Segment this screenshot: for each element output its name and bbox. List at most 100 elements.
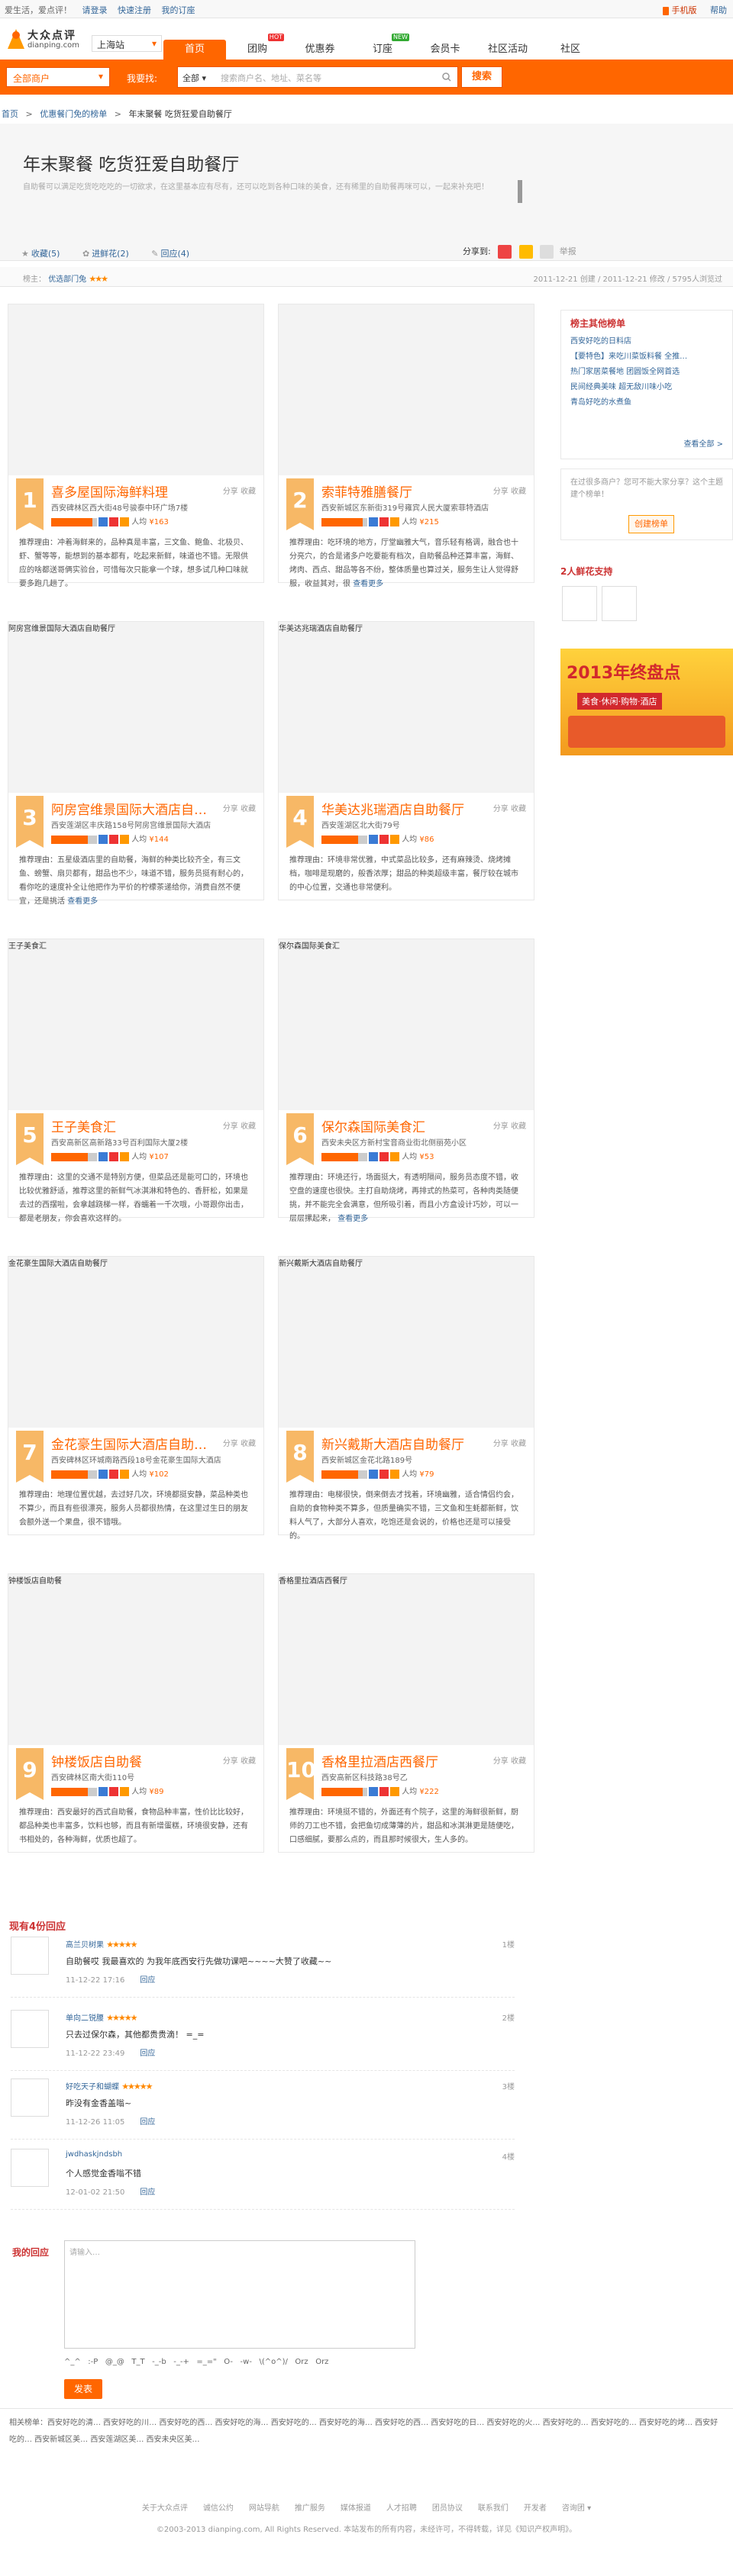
avatar[interactable] — [11, 2149, 49, 2187]
nav-events[interactable]: 社区活动 — [476, 40, 539, 60]
other-list-item[interactable]: 热门家居菜餐地 团圆饭全网首选 — [570, 365, 723, 380]
save-link[interactable]: 收藏 — [241, 1757, 256, 1766]
shop-name-link[interactable]: 索菲特雅膳餐厅 — [321, 481, 482, 501]
share-link[interactable]: 分享 — [493, 805, 509, 813]
share-link[interactable]: 分享 — [493, 488, 509, 496]
other-list-item[interactable]: 西安好吃的日料店 — [570, 334, 723, 349]
description-scrollbar[interactable] — [518, 180, 522, 203]
nav-tuangou[interactable]: 团购 HOT — [226, 34, 289, 60]
footer-link[interactable]: 团员协议 — [432, 2504, 463, 2513]
shop-image[interactable] — [279, 304, 534, 475]
save-link[interactable]: 收藏 — [511, 1122, 526, 1131]
view-more-link[interactable]: 查看更多 — [67, 897, 98, 906]
comment-user[interactable]: jwdhaskjndsbh — [66, 2150, 122, 2159]
share-link[interactable]: 分享 — [223, 1757, 238, 1766]
save-link[interactable]: 收藏 — [241, 1440, 256, 1448]
emoticon-bar[interactable]: ^_^ :-P @_@ T_T -_-b -_-+ =_=" O- -w- \(… — [64, 2358, 328, 2366]
search-input[interactable]: 全部 ▾ 搜索商户名、地址、菜名等 — [177, 66, 458, 88]
report-link[interactable]: 举报 — [560, 246, 576, 256]
login-link[interactable]: 请登录 — [82, 5, 108, 15]
other-list-item[interactable]: 青岛好吃的水煮鱼 — [570, 395, 723, 411]
shop-name-link[interactable]: 新兴戴斯大酒店自助餐厅 — [321, 1434, 482, 1453]
share-link[interactable]: 分享 — [493, 1122, 509, 1131]
avatar[interactable] — [11, 2079, 49, 2117]
footer-link[interactable]: 咨询团 ▾ — [562, 2504, 591, 2513]
shop-image[interactable]: 新兴戴斯大酒店自助餐厅 — [279, 1257, 534, 1428]
city-selector[interactable]: 上海站 ▾ — [92, 35, 162, 52]
my-orders-link[interactable]: 我的订座 — [162, 5, 195, 15]
reply-textarea[interactable]: 请输入… — [64, 2240, 415, 2349]
reply-link[interactable]: 回应 — [140, 1976, 155, 1985]
nav-home[interactable]: 首页 — [163, 40, 226, 60]
reply-link[interactable]: 回应 — [140, 2188, 155, 2197]
view-more-link[interactable]: 查看更多 — [353, 580, 383, 588]
share-link[interactable]: 分享 — [223, 488, 238, 496]
related-lists[interactable]: 相关榜单：西安好吃的清… 西安好吃的川… 西安好吃的西… 西安好吃的海… 西安好… — [0, 2408, 733, 2455]
create-list-button[interactable]: 创建榜单 — [628, 515, 674, 533]
shop-name-link[interactable]: 金花豪生国际大酒店自助餐厅 — [51, 1434, 212, 1453]
register-link[interactable]: 快速注册 — [118, 5, 151, 15]
nav-membercard[interactable]: 会员卡 — [414, 40, 476, 60]
footer-link[interactable]: 联系我们 — [478, 2504, 509, 2513]
footer-link[interactable]: 关于大众点评 — [142, 2504, 188, 2513]
save-link[interactable]: 收藏 — [511, 1440, 526, 1448]
reply-button[interactable]: ✎ 回应(4) — [151, 249, 189, 259]
other-list-item[interactable]: 民间经典美味 超无敌川味小吃 — [570, 380, 723, 395]
shop-image[interactable]: 阿房宫维景国际大酒店自助餐厅 — [8, 622, 263, 793]
recommend-button[interactable]: ✿ 进鲜花(2) — [82, 249, 129, 259]
breadcrumb-section[interactable]: 优惠餐门免的榜单 — [40, 109, 107, 119]
reply-link[interactable]: 回应 — [140, 2050, 155, 2058]
comment-user[interactable]: 好吃天子和蝴蝶 — [66, 2083, 119, 2091]
save-link[interactable]: 收藏 — [241, 488, 256, 496]
nav-booking[interactable]: 订座 NEW — [351, 34, 414, 60]
footer-link[interactable]: 诚信公约 — [203, 2504, 234, 2513]
avatar[interactable] — [602, 586, 637, 621]
breadcrumb-home[interactable]: 首页 — [2, 109, 18, 119]
footer-link[interactable]: 人才招聘 — [386, 2504, 417, 2513]
shop-name-link[interactable]: 香格里拉酒店西餐厅 — [321, 1751, 482, 1770]
avatar[interactable] — [562, 586, 597, 621]
save-link[interactable]: 收藏 — [511, 488, 526, 496]
shop-image[interactable]: 华美达兆瑞酒店自助餐厅 — [279, 622, 534, 793]
footer-link[interactable]: 网站导航 — [249, 2504, 279, 2513]
nav-coupon[interactable]: 优惠券 — [289, 40, 351, 60]
search-scope[interactable]: 全部 ▾ — [182, 72, 206, 84]
footer-link[interactable]: 媒体报道 — [341, 2504, 371, 2513]
shop-name-link[interactable]: 华美达兆瑞酒店自助餐厅 — [321, 799, 482, 818]
shop-image[interactable]: 王子美食汇 — [8, 939, 263, 1110]
shop-image[interactable]: 钟楼饭店自助餐 — [8, 1574, 263, 1745]
all-shops-dropdown[interactable]: 全部商户 ▾ — [6, 67, 110, 87]
avatar[interactable] — [11, 1937, 49, 1975]
share-link[interactable]: 分享 — [223, 1440, 238, 1448]
shop-image[interactable]: 金花豪生国际大酒店自助餐厅 — [8, 1257, 263, 1428]
comment-user[interactable]: 高兰贝树果 — [66, 1941, 104, 1950]
search-button[interactable]: 搜索 — [461, 66, 502, 88]
shop-image[interactable]: 保尔森国际美食汇 — [279, 939, 534, 1110]
shop-name-link[interactable]: 保尔森国际美食汇 — [321, 1116, 482, 1135]
submit-reply-button[interactable]: 发表 — [64, 2379, 102, 2399]
mobile-link[interactable]: 手机版 — [672, 5, 697, 15]
collect-button[interactable]: ★ 收藏(5) — [21, 249, 60, 259]
shop-image[interactable]: 香格里拉酒店西餐厅 — [279, 1574, 534, 1745]
help-link[interactable]: 帮助 — [710, 5, 727, 15]
shop-name-link[interactable]: 王子美食汇 — [51, 1116, 212, 1135]
year-end-banner[interactable]: 2013年终盘点 美食·休闲·购物·酒店 — [560, 649, 733, 755]
save-link[interactable]: 收藏 — [511, 805, 526, 813]
more-share-icon[interactable] — [540, 245, 554, 259]
shop-name-link[interactable]: 喜多屋国际海鲜料理 — [51, 481, 212, 501]
view-all-link[interactable]: 查看全部 > — [683, 437, 723, 452]
save-link[interactable]: 收藏 — [241, 1122, 256, 1131]
footer-link[interactable]: 开发者 — [524, 2504, 547, 2513]
footer-link[interactable]: 推广服务 — [295, 2504, 325, 2513]
qzone-share-icon[interactable] — [518, 245, 533, 259]
shop-name-link[interactable]: 钟楼饭店自助餐 — [51, 1751, 212, 1770]
nav-community[interactable]: 社区 — [539, 40, 602, 60]
logo[interactable]: 大众点评 dianping.com — [6, 26, 86, 53]
weibo-share-icon[interactable] — [498, 245, 512, 259]
share-link[interactable]: 分享 — [223, 805, 238, 813]
share-link[interactable]: 分享 — [493, 1440, 509, 1448]
share-link[interactable]: 分享 — [493, 1757, 509, 1766]
comment-user[interactable]: 单向二锐腰 — [66, 2014, 104, 2023]
view-more-link[interactable]: 查看更多 — [337, 1215, 368, 1223]
other-list-item[interactable]: 【要特色】来吃川菜饭料餐 全推… — [570, 349, 723, 365]
